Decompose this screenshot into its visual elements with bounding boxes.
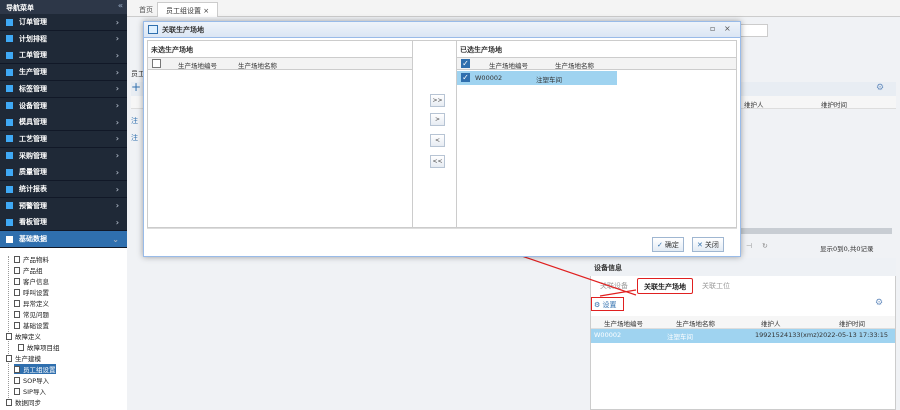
move-right-button[interactable]: > [430, 113, 445, 126]
move-all-right-button[interactable]: >> [430, 94, 445, 107]
dialog-header: 关联生产场地 ▫ × [144, 22, 740, 38]
row-checkbox[interactable]: ✓ [461, 73, 470, 82]
col-site-name: 生产场地名称 [238, 62, 277, 70]
selected-columns: ✓ 生产场地编号 生产场地名称 [457, 57, 736, 70]
site-name: 注塑车间 [536, 76, 562, 84]
link-site-dialog: 关联生产场地 ▫ × 未选生产场地 生产场地编号 生产场地名称 >> > < <… [143, 21, 741, 257]
select-all-checkbox[interactable] [152, 59, 161, 68]
col-site-code: 生产场地编号 [178, 62, 217, 70]
dialog-footer [147, 228, 737, 255]
selected-grid: 已选生产场地 ✓ 生产场地编号 生产场地名称 ✓ W00002 注塑车间 [456, 40, 737, 228]
unselected-title: 未选生产场地 [151, 46, 193, 54]
dialog-title: 关联生产场地 [162, 26, 204, 34]
selected-title: 已选生产场地 [460, 46, 502, 54]
col-site-code: 生产场地编号 [489, 62, 528, 70]
move-left-button[interactable]: < [430, 134, 445, 147]
table-row[interactable]: ✓ W00002 注塑车间 [457, 71, 617, 85]
close-label: 关闭 [704, 240, 719, 249]
check-icon: ✓ [657, 240, 663, 249]
restore-icon[interactable]: ▫ [710, 24, 715, 33]
close-button[interactable]: ✕ 关闭 [692, 237, 724, 252]
close-icon: ✕ [697, 240, 703, 249]
close-icon[interactable]: × [724, 24, 731, 33]
window-icon [148, 25, 158, 34]
move-all-left-button[interactable]: << [430, 155, 445, 168]
site-code: W00002 [475, 74, 503, 82]
confirm-label: 确定 [664, 240, 679, 249]
confirm-button[interactable]: ✓ 确定 [652, 237, 684, 252]
unselected-columns: 生产场地编号 生产场地名称 [148, 57, 412, 70]
unselected-grid: 未选生产场地 生产场地编号 生产场地名称 [147, 40, 413, 228]
select-all-checkbox[interactable]: ✓ [461, 59, 470, 68]
col-site-name: 生产场地名称 [555, 62, 594, 70]
